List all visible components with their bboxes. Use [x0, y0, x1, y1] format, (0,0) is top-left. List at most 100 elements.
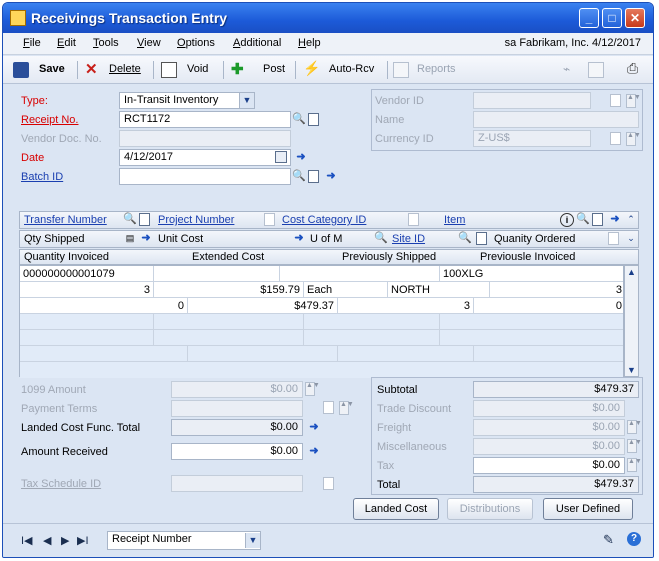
amount-received-arrow-icon[interactable]: ➜: [307, 445, 321, 459]
col-transfer-number[interactable]: Transfer Number: [24, 214, 107, 226]
landed-cost-button[interactable]: Landed Cost: [353, 498, 439, 520]
next-record-icon[interactable]: ▶: [61, 534, 69, 547]
scroll-up-icon[interactable]: ▲: [627, 267, 636, 277]
date-field[interactable]: 4/12/2017: [119, 149, 291, 166]
post-button[interactable]: Post: [263, 63, 285, 75]
table-row[interactable]: [20, 362, 623, 378]
user-defined-button[interactable]: User Defined: [543, 498, 633, 520]
item-cell[interactable]: 100XLG: [440, 266, 625, 282]
last-record-icon[interactable]: ▶I: [77, 534, 89, 547]
sort-by-value: Receipt Number: [112, 533, 192, 545]
col-cost-category[interactable]: Cost Category ID: [282, 214, 366, 226]
save-button[interactable]: Save: [39, 63, 65, 75]
void-button[interactable]: Void: [187, 63, 208, 75]
note-icon[interactable]: ✎: [603, 532, 614, 548]
scroll-down-icon[interactable]: ▼: [627, 365, 636, 375]
batch-note-icon[interactable]: [308, 170, 319, 183]
grid-header-row-1: Transfer Number 🔍 Project Number Cost Ca…: [19, 211, 639, 229]
table-row[interactable]: [20, 314, 623, 330]
delete-icon: ✕: [85, 61, 98, 78]
col-project-number[interactable]: Project Number: [158, 214, 234, 226]
col-item[interactable]: Item: [444, 214, 465, 226]
transfer-note-icon[interactable]: [139, 213, 150, 226]
auto-receive-button[interactable]: Auto-Rcv: [329, 63, 374, 75]
amount-received-field[interactable]: $0.00: [171, 443, 303, 460]
previous-record-icon[interactable]: ◀: [43, 534, 51, 547]
qty-expand-arrow-icon[interactable]: ➜: [139, 232, 153, 246]
item-note-icon[interactable]: [592, 213, 603, 226]
table-row[interactable]: [20, 330, 623, 346]
table-row[interactable]: 0 $479.37 3 0: [20, 298, 623, 314]
amount-received-label: Amount Received: [21, 446, 108, 458]
menu-edit[interactable]: Edit: [57, 37, 76, 49]
prev-invoiced-cell[interactable]: 0: [474, 298, 625, 314]
reports-button: Reports: [417, 63, 456, 75]
receipt-no-field[interactable]: RCT1172: [119, 111, 291, 128]
menu-help[interactable]: Help: [298, 37, 321, 49]
table-row[interactable]: 000000000001079 100XLG: [20, 266, 623, 282]
menu-file[interactable]: File: [23, 37, 41, 49]
date-label: Date: [21, 152, 45, 164]
delete-button[interactable]: Delete: [109, 63, 141, 75]
col-extended-cost: Extended Cost: [192, 251, 265, 263]
browse-bar: I◀ ◀ ▶ ▶I Receipt Number ▼ ✎ ?: [3, 523, 653, 557]
title-bar: Receivings Transaction Entry _ □ ✕: [3, 3, 653, 33]
expand-rows-icon[interactable]: ⌄: [624, 232, 638, 246]
qty-ordered-cell[interactable]: 3: [490, 282, 625, 298]
tax-schedule-note-icon: [323, 477, 334, 490]
menu-view[interactable]: View: [137, 37, 161, 49]
qty-invoiced-cell[interactable]: 0: [20, 298, 188, 314]
site-lookup-icon[interactable]: 🔍: [458, 232, 472, 246]
item-expand-arrow-icon[interactable]: ➜: [608, 213, 622, 227]
transfer-lookup-icon[interactable]: 🔍: [123, 213, 137, 227]
menu-additional[interactable]: Additional: [233, 37, 281, 49]
col-site-id[interactable]: Site ID: [392, 233, 425, 245]
close-button[interactable]: ✕: [625, 8, 645, 28]
maximize-button[interactable]: □: [602, 8, 622, 28]
note-icon[interactable]: [308, 113, 319, 126]
post-icon: ✚: [231, 61, 244, 78]
calendar-icon[interactable]: [275, 151, 287, 163]
batch-id-label[interactable]: Batch ID: [21, 171, 63, 183]
user-company-date: sa Fabrikam, Inc. 4/12/2017: [504, 37, 641, 49]
batch-id-field[interactable]: [119, 168, 291, 185]
lookup-icon[interactable]: 🔍: [292, 113, 306, 127]
landed-cost-total-label: Landed Cost Func. Total: [21, 422, 141, 434]
distributions-button: Distributions: [447, 498, 533, 520]
menu-tools[interactable]: Tools: [93, 37, 119, 49]
grid-scrollbar[interactable]: ▲ ▼: [624, 265, 639, 377]
collapse-rows-icon[interactable]: ⌃: [624, 213, 638, 227]
landed-cost-total-field: $0.00: [171, 419, 303, 436]
extended-cost-cell[interactable]: $479.37: [188, 298, 338, 314]
payment-terms-note-icon: [323, 401, 334, 414]
menu-options[interactable]: Options: [177, 37, 215, 49]
col-prev-shipped: Previously Shipped: [342, 251, 437, 263]
batch-lookup-icon[interactable]: 🔍: [292, 170, 306, 184]
sort-by-dropdown[interactable]: Receipt Number ▼: [107, 531, 261, 550]
reports-icon: [393, 62, 409, 78]
prev-shipped-cell[interactable]: 3: [338, 298, 474, 314]
batch-expand-arrow-icon[interactable]: ➜: [324, 170, 338, 184]
uofm-lookup-icon[interactable]: 🔍: [374, 232, 388, 246]
table-row[interactable]: [20, 346, 623, 362]
toolbar: Save ✕ Delete Void ✚ Post ⚡ Auto-Rcv Rep…: [3, 56, 653, 84]
site-note-icon[interactable]: [476, 232, 487, 245]
calculator-icon[interactable]: ▤: [123, 232, 137, 246]
qty-shipped-cell[interactable]: 3: [20, 282, 154, 298]
landed-cost-arrow-icon[interactable]: ➜: [307, 421, 321, 435]
uofm-cell[interactable]: Each: [304, 282, 388, 298]
transfer-number-cell[interactable]: 000000000001079: [20, 266, 154, 282]
type-dropdown[interactable]: In-Transit Inventory ▼: [119, 92, 255, 109]
unit-cost-cell[interactable]: $159.79: [154, 282, 304, 298]
print-icon[interactable]: ⎙: [627, 60, 643, 76]
receipt-no-label[interactable]: Receipt No.: [21, 114, 78, 126]
help-icon[interactable]: ?: [627, 532, 641, 546]
table-row[interactable]: 3 $159.79 Each NORTH 3: [20, 282, 623, 298]
item-lookup-icon[interactable]: 🔍: [576, 213, 590, 227]
date-expand-arrow-icon[interactable]: ➜: [294, 151, 308, 165]
site-cell[interactable]: NORTH: [388, 282, 490, 298]
minimize-button[interactable]: _: [579, 8, 599, 28]
first-record-icon[interactable]: I◀: [21, 534, 33, 547]
unit-cost-arrow-icon[interactable]: ➜: [292, 232, 306, 246]
info-icon[interactable]: i: [560, 213, 574, 227]
